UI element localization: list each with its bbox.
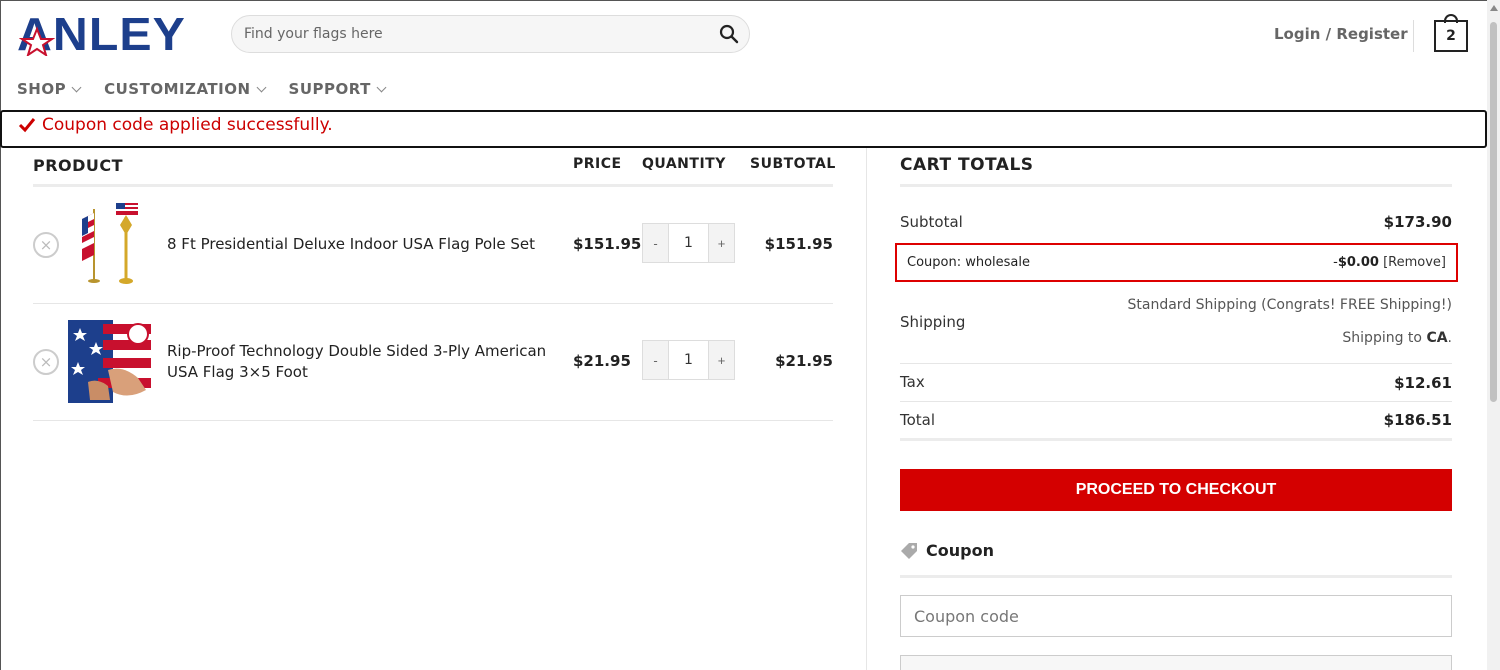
scroll-thumb[interactable]	[1490, 22, 1497, 402]
tax-value: $12.61	[1394, 374, 1452, 392]
product-image-usa-flag[interactable]	[68, 320, 151, 403]
proceed-to-checkout-button[interactable]: PROCEED TO CHECKOUT	[900, 469, 1452, 511]
shipping-destination: Shipping to CA.	[1342, 330, 1452, 346]
site-logo[interactable]: ANLEY	[17, 11, 185, 57]
shipping-to-prefix: Shipping to	[1342, 330, 1427, 346]
product-price: $21.95	[573, 352, 631, 370]
header-subtotal: SUBTOTAL	[750, 156, 836, 172]
tax-label: Tax	[900, 373, 925, 391]
quantity-stepper: - +	[642, 340, 735, 380]
nav-item-support[interactable]: SUPPORT	[288, 80, 387, 98]
remove-item-button[interactable]: ×	[33, 232, 59, 258]
header-quantity: QUANTITY	[642, 156, 726, 172]
chevron-down-icon	[376, 82, 387, 92]
row-subtotal: $21.95	[775, 352, 833, 370]
notice-message: Coupon code applied successfully.	[42, 115, 333, 135]
success-notice: Coupon code applied successfully.	[0, 110, 1487, 148]
totals-divider	[900, 401, 1452, 402]
remove-coupon-link[interactable]: [Remove]	[1383, 255, 1446, 270]
product-price: $151.95	[573, 235, 642, 253]
nav-item-shop[interactable]: SHOP	[17, 80, 82, 98]
search-input[interactable]	[232, 16, 692, 52]
subtotal-value: $173.90	[1383, 213, 1452, 231]
applied-coupon-row: Coupon: wholesale -$0.00 [Remove]	[895, 243, 1458, 282]
tag-icon	[901, 542, 917, 559]
logo-star-icon	[19, 26, 55, 56]
product-name-link[interactable]: Rip-Proof Technology Double Sided 3-Ply …	[167, 341, 557, 383]
cart-totals-title: CART TOTALS	[900, 155, 1034, 175]
header-product: PRODUCT	[33, 156, 124, 175]
cart-count: 2	[1434, 20, 1468, 52]
table-row: × 8 Ft Presidential Deluxe Indoor USA Fl…	[33, 186, 833, 304]
shipping-label: Shipping	[900, 313, 966, 331]
quantity-input[interactable]	[668, 341, 709, 379]
coupon-divider	[900, 575, 1452, 578]
nav-item-label: SHOP	[17, 80, 67, 98]
shipping-option: Standard Shipping (Congrats! FREE Shippi…	[1127, 297, 1452, 313]
subtotal-label: Subtotal	[900, 213, 963, 231]
product-name-link[interactable]: 8 Ft Presidential Deluxe Indoor USA Flag…	[167, 234, 557, 255]
table-row: × Rip-Proof Technology Double Sided 3-Pl…	[33, 303, 833, 421]
quantity-decrease-button[interactable]: -	[643, 224, 668, 262]
quantity-input[interactable]	[668, 224, 709, 262]
scroll-up-arrow-icon[interactable]	[1490, 5, 1498, 11]
nav-item-label: SUPPORT	[288, 80, 371, 98]
nav-item-label: CUSTOMIZATION	[104, 80, 251, 98]
search-bar	[231, 15, 750, 53]
chevron-down-icon	[71, 82, 82, 92]
product-image-flag-pole-set[interactable]	[68, 203, 151, 286]
login-register-link[interactable]: Login / Register	[1274, 25, 1408, 43]
header-divider	[1413, 20, 1414, 52]
total-value: $186.51	[1383, 411, 1452, 429]
quantity-increase-button[interactable]: +	[709, 224, 734, 262]
main-nav: SHOP CUSTOMIZATION SUPPORT	[17, 80, 387, 98]
scrollbar[interactable]	[1487, 0, 1500, 670]
quantity-decrease-button[interactable]: -	[643, 341, 668, 379]
total-label: Total	[900, 411, 936, 429]
apply-coupon-button[interactable]	[900, 655, 1452, 670]
totals-header-divider	[900, 184, 1452, 187]
row-subtotal: $151.95	[764, 235, 833, 253]
chevron-down-icon	[256, 82, 266, 92]
header-price: PRICE	[573, 156, 622, 172]
coupon-applied-label: Coupon: wholesale	[907, 255, 1031, 270]
nav-item-customization[interactable]: CUSTOMIZATION	[104, 80, 266, 98]
coupon-discount-value: $0.00	[1337, 255, 1379, 270]
cart-button[interactable]: 2	[1434, 14, 1468, 52]
checkmark-icon	[18, 118, 36, 133]
coupon-code-input[interactable]	[900, 595, 1452, 637]
column-divider	[866, 148, 867, 670]
totals-divider	[900, 363, 1452, 364]
coupon-discount: -$0.00 [Remove]	[1333, 255, 1446, 270]
shipping-to-state: CA	[1426, 330, 1448, 346]
search-icon[interactable]	[719, 24, 739, 44]
remove-item-button[interactable]: ×	[33, 349, 59, 375]
coupon-heading: Coupon	[900, 541, 994, 560]
totals-bottom-divider	[900, 438, 1452, 441]
quantity-increase-button[interactable]: +	[709, 341, 734, 379]
quantity-stepper: - +	[642, 223, 735, 263]
coupon-heading-text: Coupon	[926, 541, 994, 560]
shipping-to-suffix: .	[1447, 330, 1452, 346]
